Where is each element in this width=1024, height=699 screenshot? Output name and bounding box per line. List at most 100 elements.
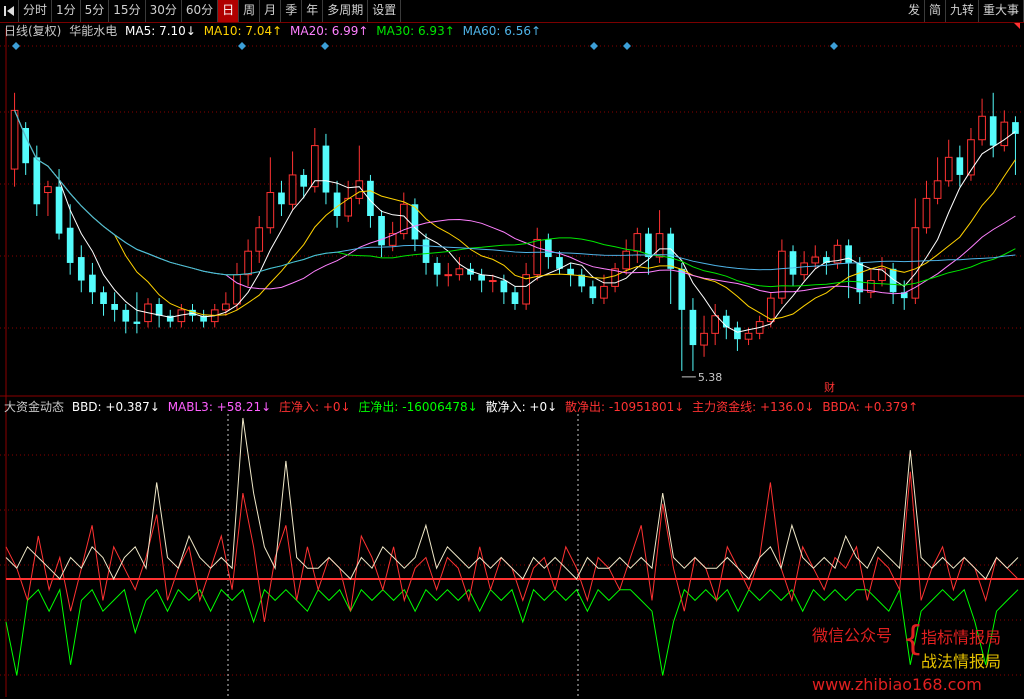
period-tab-10[interactable]: 年 [302, 0, 324, 22]
candle-body-60 [678, 268, 686, 310]
finance-mark: 财 [824, 380, 835, 394]
candle-body-9 [111, 304, 118, 310]
function-tab-1[interactable]: 简 [925, 0, 946, 22]
ma60-value: MA60: 6.56↑ [462, 24, 542, 38]
candle-body-84 [944, 156, 953, 182]
ma5-value: MA5: 7.10↓ [125, 24, 196, 38]
event-diamond-1 [238, 42, 246, 50]
candle-body-3 [44, 186, 52, 194]
event-diamond-2 [321, 42, 329, 50]
candle-body-24 [278, 192, 285, 205]
candle-body-65 [734, 327, 741, 340]
ma10-value: MA10: 7.04↑ [203, 24, 283, 38]
candle-body-43 [488, 280, 497, 283]
period-tab-6[interactable]: 日 [218, 0, 240, 22]
watermark-wechat: 微信公众号 [812, 626, 893, 645]
candle-body-40 [455, 268, 464, 276]
chart-markers: 5.38 财 [12, 23, 1020, 394]
period-tab-7[interactable]: 周 [239, 0, 261, 22]
candle-body-1 [22, 128, 30, 164]
play-back-icon[interactable] [0, 0, 19, 22]
candle-body-63 [711, 315, 720, 334]
event-diamond-3 [590, 42, 598, 50]
candle-body-20 [233, 274, 241, 305]
period-tab-5[interactable]: 60分 [182, 0, 219, 22]
corner-flag-icon [1014, 23, 1020, 29]
event-diamond-0 [12, 42, 20, 50]
indicator-legend: 大资金动态 BBD: +0.387↓ MABL3: +58.21↓ 庄净入: +… [4, 399, 922, 415]
stock-name: 华能水电 [69, 24, 118, 38]
period-tab-11[interactable]: 多周期 [323, 0, 369, 22]
candle-body-70 [789, 251, 797, 275]
candle-body-45 [511, 292, 519, 304]
candle-body-23 [266, 192, 275, 229]
ma30-value: MA30: 6.93↑ [376, 24, 455, 38]
candle-body-44 [500, 280, 508, 293]
candle-body-2 [33, 157, 41, 205]
candle-body-4 [55, 186, 63, 234]
candle-body-75 [845, 245, 852, 263]
candle-body-88 [989, 116, 997, 146]
bbda-value: BBDA: +0.379↑ [822, 400, 919, 414]
candle-body-42 [478, 274, 485, 281]
bbd-value: BBD: +0.387↓ [71, 400, 160, 414]
candle-body-28 [322, 145, 330, 193]
candle-body-13 [155, 304, 163, 316]
candle-body-83 [933, 180, 942, 199]
indicator-name[interactable]: 大资金动态 [4, 400, 64, 414]
period-tab-12[interactable]: 设置 [368, 0, 402, 22]
candlestick-series [10, 92, 1019, 371]
ma60-line [14, 110, 1016, 276]
candle-body-10 [122, 309, 130, 322]
low-price-label: 5.38 [698, 371, 723, 384]
candle-body-89 [1000, 121, 1009, 147]
chart-period-title: 日线(复权) [4, 24, 62, 38]
candle-body-66 [744, 332, 753, 340]
period-tabs: 分时 1分 5分 15分 30分 60分日周月季年多周期 设置 [0, 0, 402, 22]
zhuang-out-value: 庄净出: -16006478↓ [358, 400, 478, 414]
candle-body-82 [922, 197, 931, 229]
function-tab-3[interactable]: 重大事 [979, 0, 1024, 22]
candle-body-29 [333, 192, 341, 216]
period-toolbar: 分时 1分 5分 15分 30分 60分日周月季年多周期 设置 发简九转 重大事 [0, 0, 1024, 23]
candle-body-61 [689, 309, 697, 346]
candle-body-39 [444, 274, 453, 277]
watermark-name2: 战法情报局 [921, 652, 1002, 671]
candle-body-53 [600, 285, 608, 299]
period-tab-2[interactable]: 5分 [81, 0, 110, 22]
candle-body-37 [422, 239, 430, 263]
candle-body-76 [856, 262, 864, 293]
period-tab-1[interactable]: 1分 [52, 0, 81, 22]
chart-grid [0, 28, 1024, 697]
period-tab-8[interactable]: 月 [260, 0, 282, 22]
candle-body-87 [978, 115, 986, 141]
function-tab-0[interactable]: 发 [904, 0, 925, 22]
candle-body-11 [133, 321, 141, 324]
candle-body-85 [956, 157, 964, 175]
candle-body-48 [545, 239, 552, 258]
candle-body-19 [222, 303, 230, 311]
function-tab-2[interactable]: 九转 [946, 0, 979, 22]
candle-body-7 [89, 274, 96, 293]
period-tab-9[interactable]: 季 [281, 0, 303, 22]
candle-body-38 [433, 262, 441, 275]
ma-legend: 日线(复权) 华能水电 MA5: 7.10↓ MA10: 7.04↑ MA20:… [4, 23, 545, 39]
candle-body-90 [1012, 122, 1019, 134]
period-tab-0[interactable]: 分时 [19, 0, 53, 22]
event-diamond-4 [623, 42, 631, 50]
zhuang-in-value: 庄净入: +0↓ [278, 400, 351, 414]
period-tab-3[interactable]: 15分 [109, 0, 146, 22]
candle-body-8 [100, 292, 107, 304]
candle-body-6 [77, 257, 85, 281]
san-out-value: 散净出: -10951801↓ [565, 400, 685, 414]
candle-body-50 [567, 268, 574, 275]
candle-body-5 [66, 227, 74, 263]
zhuli-line-value: 主力资金线: +136.0↓ [692, 400, 815, 414]
candle-body-55 [622, 250, 631, 270]
mabl3-value: MABL3: +58.21↓ [167, 400, 272, 414]
candle-body-69 [778, 250, 786, 299]
period-tab-4[interactable]: 30分 [146, 0, 182, 22]
watermark-url: www.zhibiao168.com [812, 675, 982, 694]
kline-chart-canvas[interactable]: 5.38 财 [0, 0, 1024, 699]
candle-body-47 [533, 238, 542, 276]
